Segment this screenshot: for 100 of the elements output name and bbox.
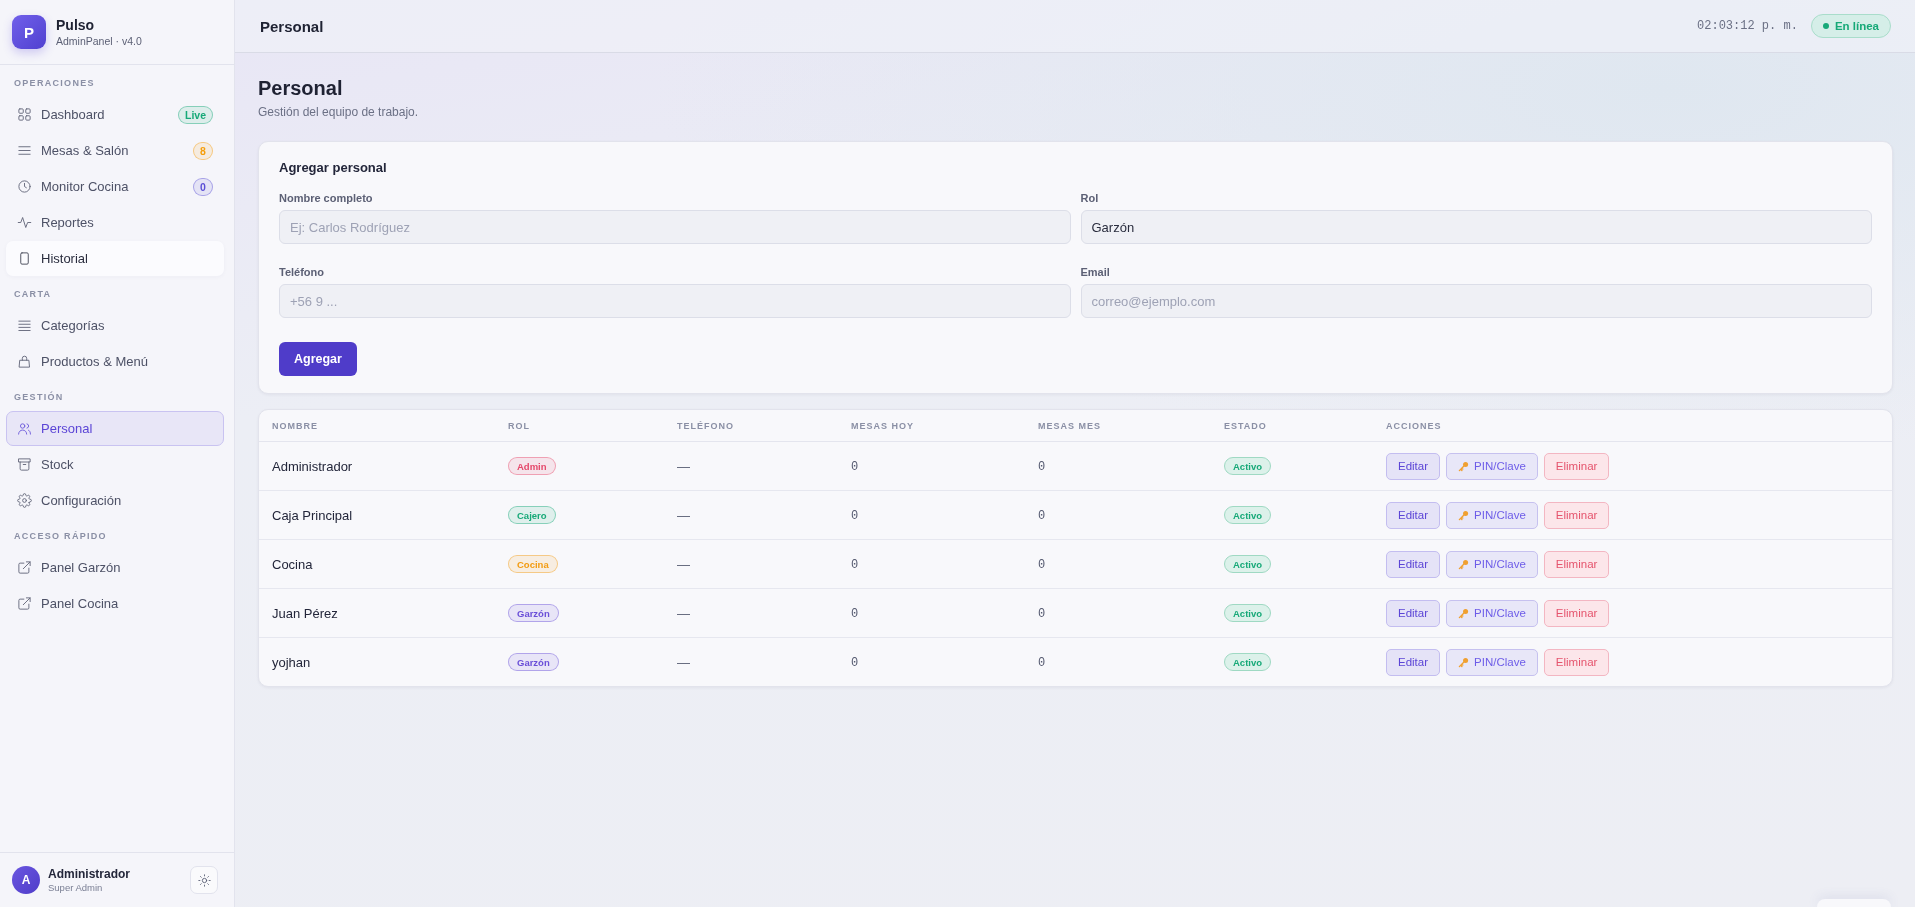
nav-item[interactable]: Configuración	[6, 483, 224, 518]
key-icon	[1458, 509, 1470, 521]
phone-cell: —	[677, 556, 690, 572]
archive-icon	[17, 457, 32, 472]
delete-button[interactable]: Eliminar	[1543, 648, 1610, 676]
brand-name: Pulso	[56, 16, 96, 34]
column-header: TELÉFONO	[677, 420, 734, 431]
nav-item[interactable]: Panel Garzón	[6, 550, 224, 585]
edit-button[interactable]: Editar	[1386, 648, 1441, 676]
nav-badge: 0	[193, 177, 213, 196]
count-cell: 0	[1038, 656, 1046, 670]
status-tag: Activo	[1224, 457, 1272, 475]
phone-cell: —	[677, 654, 690, 670]
nav-section-title: ACCESO RÁPIDO	[14, 530, 108, 543]
input-field[interactable]: Ej: Carlos Rodríguez	[279, 210, 1071, 244]
status-tag: Activo	[1224, 506, 1272, 524]
column-header: NOMBRE	[272, 420, 318, 431]
role-tag: Cocina	[508, 555, 558, 573]
pin-button[interactable]: PIN/Clave	[1446, 599, 1538, 627]
brand-subtitle: AdminPanel · v4.0	[56, 34, 142, 48]
key-icon	[1458, 656, 1470, 668]
nav-item[interactable]: Categorías	[6, 308, 224, 343]
count-cell: 0	[851, 509, 859, 523]
brand-logo: P	[12, 15, 46, 49]
user-name: Administrador	[48, 866, 131, 882]
count-cell: 0	[1038, 607, 1046, 621]
user-role: Super Admin	[48, 881, 104, 894]
pin-button[interactable]: PIN/Clave	[1446, 501, 1538, 529]
nav-item[interactable]: Dashboard Live	[6, 97, 224, 132]
count-cell: 0	[1038, 460, 1046, 474]
edit-button[interactable]: Editar	[1386, 501, 1441, 529]
name-cell: Juan Pérez	[272, 605, 338, 621]
count-cell: 0	[851, 607, 859, 621]
status-dot-icon	[1822, 23, 1829, 29]
pin-button[interactable]: PIN/Clave	[1446, 452, 1538, 480]
column-header: MESAS HOY	[851, 420, 914, 431]
status-tag: Activo	[1224, 555, 1272, 573]
nav-item[interactable]: Productos & Menú	[6, 344, 224, 379]
nav-section-title: CARTA	[14, 288, 53, 301]
grid-icon	[17, 107, 32, 122]
column-header: ROL	[508, 420, 530, 431]
delete-button[interactable]: Eliminar	[1543, 599, 1610, 627]
nav-section-title: GESTIÓN	[14, 390, 65, 404]
status-tag: Activo	[1224, 653, 1272, 671]
form-title: Agregar personal	[279, 161, 388, 175]
phone-cell: —	[677, 507, 690, 523]
external-link-icon	[17, 596, 32, 611]
pin-button[interactable]: PIN/Clave	[1446, 648, 1538, 676]
header-title: Personal	[260, 17, 324, 35]
input-field[interactable]: Garzón	[1080, 210, 1872, 244]
status-tag: Activo	[1224, 604, 1272, 622]
pin-button[interactable]: PIN/Clave	[1446, 550, 1538, 578]
add-button[interactable]: Agregar	[279, 342, 357, 376]
nav-item[interactable]: Personal	[6, 411, 224, 446]
column-header: ESTADO	[1224, 420, 1267, 431]
external-link-icon	[17, 560, 32, 575]
edit-button[interactable]: Editar	[1386, 599, 1441, 627]
role-tag: Garzón	[508, 604, 559, 622]
list-icon	[17, 318, 32, 333]
bag-icon	[17, 354, 32, 369]
phone-cell: —	[677, 605, 690, 621]
field-label: Nombre completo	[279, 191, 374, 205]
role-tag: Admin	[508, 457, 556, 475]
field-label: Rol	[1080, 191, 1100, 205]
nav-item[interactable]: Reportes	[6, 205, 224, 240]
field-label: Email	[1080, 265, 1111, 279]
input-field[interactable]: correo@ejemplo.com	[1080, 284, 1872, 318]
settings-icon	[17, 493, 32, 508]
key-icon	[1458, 558, 1470, 570]
nav-item[interactable]: Historial	[6, 241, 224, 276]
count-cell: 0	[851, 460, 859, 474]
delete-button[interactable]: Eliminar	[1543, 550, 1610, 578]
lines-icon	[17, 143, 32, 158]
nav-item[interactable]: Stock	[6, 447, 224, 482]
edit-button[interactable]: Editar	[1386, 550, 1441, 578]
count-cell: 0	[1038, 558, 1046, 572]
nav-badge: Live	[178, 105, 213, 124]
delete-button[interactable]: Eliminar	[1543, 501, 1610, 529]
nav-item[interactable]: Monitor Cocina 0	[6, 169, 224, 204]
key-icon	[1458, 607, 1470, 619]
page-title: Personal	[258, 76, 344, 100]
role-tag: Cajero	[508, 506, 556, 524]
theme-toggle-button[interactable]	[190, 866, 218, 894]
nav-section-title: OPERACIONES	[14, 77, 96, 90]
document-icon	[17, 251, 32, 266]
input-field[interactable]: +56 9 ...	[279, 284, 1071, 318]
count-cell: 0	[851, 558, 859, 572]
edit-button[interactable]: Editar	[1386, 452, 1441, 480]
role-tag: Garzón	[508, 653, 559, 671]
delete-button[interactable]: Eliminar	[1543, 452, 1610, 480]
user-avatar: A	[12, 866, 40, 894]
status-label: En línea	[1834, 20, 1879, 32]
nav-item[interactable]: Panel Cocina	[6, 586, 224, 621]
clock-text: 02:03:12 p. m.	[1697, 19, 1798, 33]
count-cell: 0	[851, 656, 859, 670]
name-cell: yojhan	[272, 654, 311, 670]
column-header: ACCIONES	[1386, 420, 1442, 431]
nav-item[interactable]: Mesas & Salón 8	[6, 133, 224, 168]
users-icon	[17, 421, 32, 436]
sun-icon	[197, 873, 211, 887]
